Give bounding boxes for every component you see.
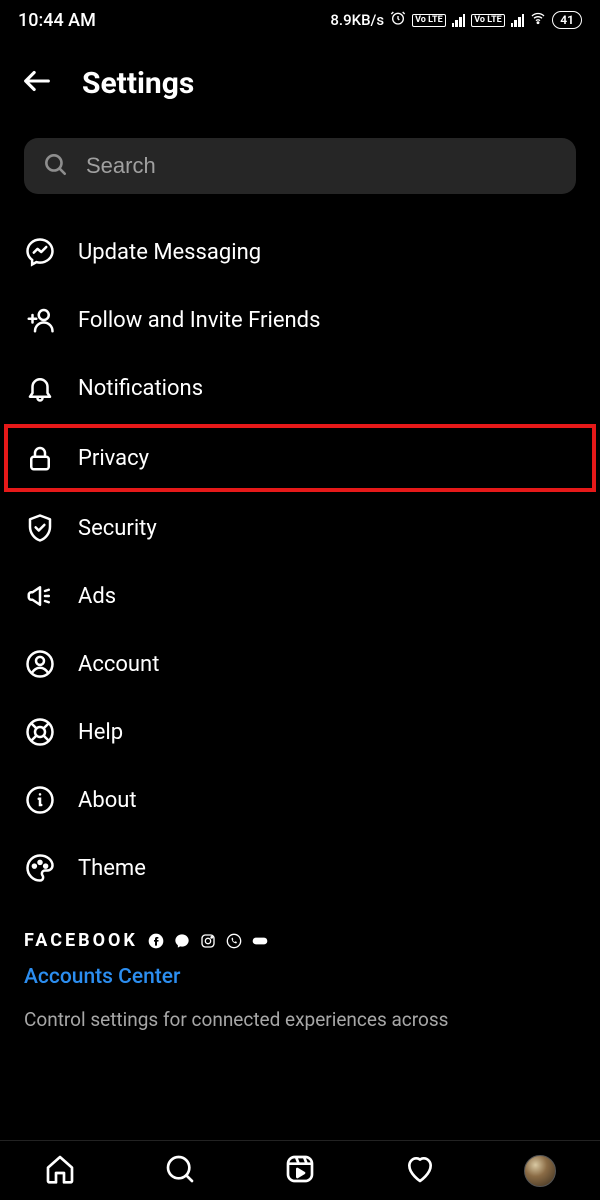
signal-icon-1 xyxy=(452,13,466,27)
lock-icon xyxy=(24,442,56,474)
menu-item-label: Help xyxy=(78,720,123,745)
settings-menu: Update Messaging Follow and Invite Frien… xyxy=(0,194,600,902)
status-right: 8.9KB/s Vo LTE Vo LTE 41 xyxy=(330,10,582,30)
menu-item-label: Theme xyxy=(78,856,146,881)
menu-item-label: Ads xyxy=(78,584,116,609)
menu-item-follow-invite[interactable]: Follow and Invite Friends xyxy=(0,286,600,354)
page-title: Settings xyxy=(82,66,194,101)
menu-item-security[interactable]: Security xyxy=(0,494,600,562)
messenger-mini-icon xyxy=(174,933,190,949)
bottom-nav xyxy=(0,1140,600,1200)
status-bar: 10:44 AM 8.9KB/s Vo LTE Vo LTE 41 xyxy=(0,0,600,40)
menu-item-ads[interactable]: Ads xyxy=(0,562,600,630)
menu-item-update-messaging[interactable]: Update Messaging xyxy=(0,218,600,286)
oculus-mini-icon xyxy=(252,933,268,949)
nav-profile[interactable] xyxy=(524,1155,556,1187)
signal-icon-2 xyxy=(511,13,525,27)
menu-item-label: Follow and Invite Friends xyxy=(78,308,320,333)
menu-item-label: About xyxy=(78,788,137,813)
menu-item-label: Account xyxy=(78,652,159,677)
add-person-icon xyxy=(24,304,56,336)
network-speed: 8.9KB/s xyxy=(330,11,384,29)
search-bar[interactable] xyxy=(24,138,576,194)
menu-item-account[interactable]: Account xyxy=(0,630,600,698)
menu-item-label: Notifications xyxy=(78,376,203,401)
nav-home[interactable] xyxy=(44,1153,76,1189)
menu-item-help[interactable]: Help xyxy=(0,698,600,766)
megaphone-icon xyxy=(24,580,56,612)
nav-search[interactable] xyxy=(164,1153,196,1189)
battery-indicator: 41 xyxy=(552,11,582,29)
search-input[interactable] xyxy=(86,153,558,179)
facebook-icon xyxy=(148,933,164,949)
accounts-center-description: Control settings for connected experienc… xyxy=(0,999,600,1033)
nav-activity[interactable] xyxy=(404,1153,436,1189)
page-header: Settings xyxy=(0,40,600,138)
menu-item-notifications[interactable]: Notifications xyxy=(0,354,600,422)
menu-item-label: Update Messaging xyxy=(78,240,261,265)
nav-reels[interactable] xyxy=(284,1153,316,1189)
sim1-badge: Vo LTE xyxy=(412,14,446,27)
back-button[interactable] xyxy=(20,64,54,102)
facebook-section-header: FACEBOOK xyxy=(0,902,600,961)
menu-item-about[interactable]: About xyxy=(0,766,600,834)
instagram-mini-icon xyxy=(200,933,216,949)
palette-icon xyxy=(24,852,56,884)
wifi-icon xyxy=(530,10,546,30)
menu-item-theme[interactable]: Theme xyxy=(0,834,600,902)
messenger-icon xyxy=(24,236,56,268)
info-icon xyxy=(24,784,56,816)
search-icon xyxy=(42,151,68,181)
alarm-icon xyxy=(390,10,406,30)
profile-avatar xyxy=(524,1155,556,1187)
menu-item-privacy[interactable]: Privacy xyxy=(4,424,596,492)
sim2-badge: Vo LTE xyxy=(471,14,505,27)
bell-icon xyxy=(24,372,56,404)
user-circle-icon xyxy=(24,648,56,680)
menu-item-label: Security xyxy=(78,516,157,541)
status-time: 10:44 AM xyxy=(18,10,96,31)
shield-check-icon xyxy=(24,512,56,544)
menu-item-label: Privacy xyxy=(78,446,149,471)
accounts-center-link[interactable]: Accounts Center xyxy=(0,961,600,999)
lifebuoy-icon xyxy=(24,716,56,748)
brand-label: FACEBOOK xyxy=(24,930,138,951)
whatsapp-mini-icon xyxy=(226,933,242,949)
